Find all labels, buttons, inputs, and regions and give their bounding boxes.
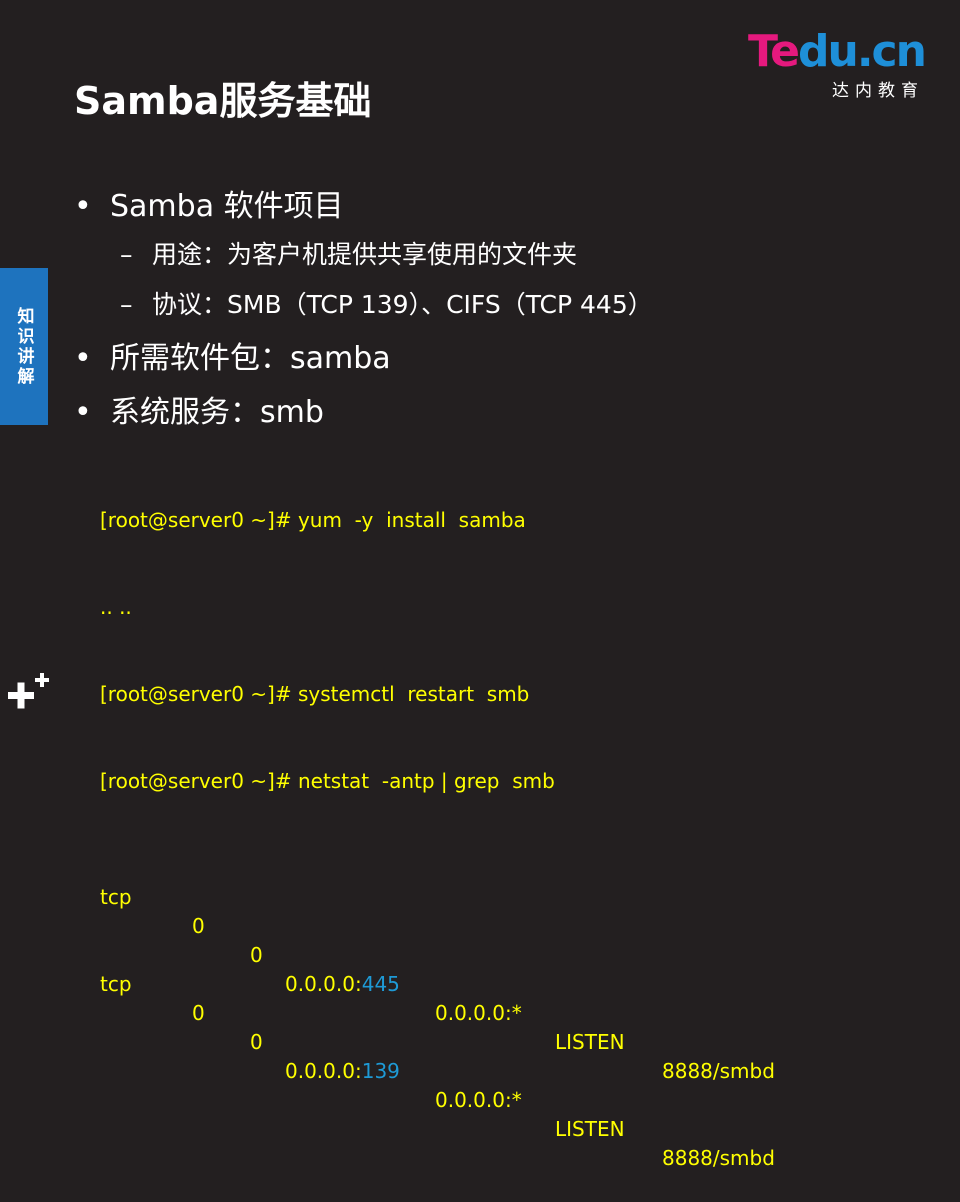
row-local-prefix: 0.0.0.0: (285, 1059, 362, 1083)
row-foreign-address: 0.0.0.0:* (435, 1001, 522, 1025)
bullet-item: • 所需软件包：samba (74, 333, 391, 377)
netstat-row: tcp 0 0 0.0.0.0:139 0.0.0.0:* LISTEN 888… (100, 941, 775, 1170)
row-local-address: 0.0.0.0:139 (285, 1057, 400, 1086)
row-recvq: 0 (192, 914, 205, 938)
logo-subtitle: 达内教育 (832, 81, 924, 101)
bullet-text: 系统服务：smb (110, 395, 324, 430)
sub-bullet-item: – 用途：为客户机提供共享使用的文件夹 (120, 235, 577, 271)
bullet-item: • 系统服务：smb (74, 387, 324, 431)
logo-part-du-cn: du.cn (798, 26, 927, 77)
terminal-line: [root@server0 ~]# netstat -antp | grep s… (100, 769, 555, 793)
sub-bullet-marker: – (120, 240, 133, 269)
terminal-line: .. .. (100, 595, 132, 619)
row-sendq: 0 (250, 1030, 263, 1054)
sub-bullet-marker: – (120, 290, 133, 319)
row-program: 8888/smbd (662, 1146, 775, 1170)
row-state: LISTEN (555, 1030, 625, 1054)
bullet-text: 所需软件包：samba (110, 341, 391, 376)
bullet-marker: • (74, 341, 92, 376)
side-tab-label: 知识讲解 (13, 306, 34, 387)
row-proto: tcp (100, 972, 132, 996)
sub-bullet-item: – 协议：SMB（TCP 139）、CIFS（TCP 445） (120, 285, 653, 321)
terminal-output: [root@server0 ~]# yum -y install samba .… (100, 448, 775, 1170)
row-proto: tcp (100, 885, 132, 909)
logo-part-te: Te (748, 26, 800, 77)
terminal-line: [root@server0 ~]# yum -y install samba (100, 508, 526, 532)
row-local-port: 445 (361, 972, 400, 996)
bullet-marker: • (74, 189, 92, 224)
sub-bullet-text: 协议：SMB（TCP 139）、CIFS（TCP 445） (152, 290, 653, 319)
brand-logo: Tedu.cn 达内教育 (748, 26, 928, 102)
row-state: LISTEN (555, 1117, 625, 1141)
row-recvq: 0 (192, 1001, 205, 1025)
bullet-item: • Samba 软件项目 (74, 181, 344, 225)
slide-title: Samba服务基础 (74, 79, 372, 123)
side-tab: 知识讲解 (0, 268, 48, 425)
row-local-prefix: 0.0.0.0: (285, 972, 362, 996)
row-local-port: 139 (361, 1059, 400, 1083)
plus-plus-icon (8, 673, 49, 709)
bullet-marker: • (74, 395, 92, 430)
terminal-line: [root@server0 ~]# systemctl restart smb (100, 682, 530, 706)
bullet-text: Samba 软件项目 (110, 189, 344, 224)
row-foreign-address: 0.0.0.0:* (435, 1088, 522, 1112)
row-program: 8888/smbd (662, 1059, 775, 1083)
netstat-row: tcp 0 0 0.0.0.0:445 0.0.0.0:* LISTEN 888… (100, 854, 775, 1083)
sub-bullet-text: 用途：为客户机提供共享使用的文件夹 (152, 240, 578, 269)
row-local-address: 0.0.0.0:445 (285, 970, 400, 999)
logo-wordmark: Tedu.cn (748, 26, 927, 77)
